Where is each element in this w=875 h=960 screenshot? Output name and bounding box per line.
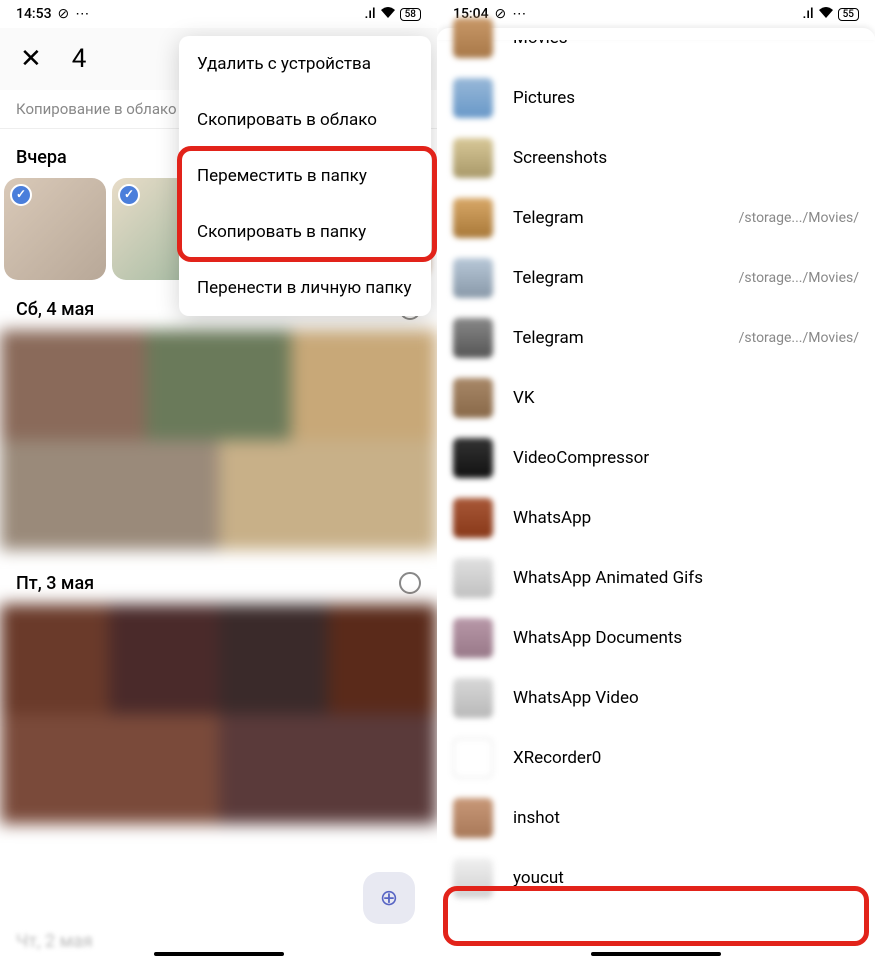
folder-name: Telegram: [513, 328, 739, 348]
menu-move-folder[interactable]: Переместить в папку: [179, 148, 431, 204]
folder-name: VK: [513, 388, 859, 408]
folder-name: inshot: [513, 808, 859, 828]
folder-name: WhatsApp Animated Gifs: [513, 568, 859, 588]
date-label: Сб, 4 мая: [16, 299, 94, 320]
folder-thumb: [453, 438, 493, 478]
folder-row-inshot[interactable]: inshot: [437, 788, 875, 848]
folder-thumb: [453, 378, 493, 418]
folder-name: Screenshots: [513, 148, 859, 168]
folder-row-videocompressor[interactable]: VideoCompressor: [437, 428, 875, 488]
folder-row-telegram[interactable]: Telegram/storage.../Movies/: [437, 248, 875, 308]
select-all-radio[interactable]: [399, 572, 421, 594]
menu-copy-folder[interactable]: Скопировать в папку: [179, 204, 431, 260]
folder-name: VideoCompressor: [513, 448, 859, 468]
date-header-cut: Чт, 2 мая: [16, 931, 93, 952]
folder-name: Pictures: [513, 88, 859, 108]
alarm-icon: ⊘: [58, 6, 70, 22]
signal-icon: .ıl: [365, 6, 376, 22]
more-icon: [512, 6, 526, 22]
screenshot-right: 15:04 ⊘ .ıl 55 Movies Pictures Screensho…: [437, 0, 875, 960]
zoom-fab[interactable]: ⊕: [363, 872, 415, 924]
folder-name: WhatsApp: [513, 508, 859, 528]
close-icon[interactable]: ✕: [20, 44, 42, 74]
folder-name: WhatsApp Documents: [513, 628, 859, 648]
folder-name: WhatsApp Video: [513, 688, 859, 708]
folder-row-whatsapp-docs[interactable]: WhatsApp Documents: [437, 608, 875, 668]
folder-row-whatsapp-video[interactable]: WhatsApp Video: [437, 668, 875, 728]
screenshot-left: 14:53 ⊘ .ıl 58 ✕ 4 Копирование в облако …: [0, 0, 437, 960]
context-menu: Удалить с устройства Скопировать в облак…: [179, 36, 431, 316]
wifi-icon: [380, 6, 396, 22]
folder-thumb: [453, 558, 493, 598]
folder-path: /storage.../Movies/: [739, 330, 859, 346]
folder-row-pictures[interactable]: Pictures: [437, 68, 875, 128]
folder-list[interactable]: Movies Pictures Screenshots Telegram/sto…: [437, 8, 875, 908]
folder-path: /storage.../Movies/: [739, 210, 859, 226]
home-indicator[interactable]: [154, 952, 284, 956]
folder-row-screenshots[interactable]: Screenshots: [437, 128, 875, 188]
folder-thumb: [453, 78, 493, 118]
folder-thumb: [453, 258, 493, 298]
folder-row-whatsapp[interactable]: WhatsApp: [437, 488, 875, 548]
status-bar: 14:53 ⊘ .ıl 58: [0, 0, 437, 28]
check-icon: [118, 184, 140, 206]
selection-count: 4: [72, 44, 87, 74]
folder-name: Telegram: [513, 268, 739, 288]
folder-thumb: [453, 858, 493, 898]
photo-block[interactable]: [0, 330, 437, 550]
check-icon: [10, 184, 32, 206]
folder-thumb: [453, 498, 493, 538]
folder-thumb: [453, 678, 493, 718]
folder-row-xrecorder[interactable]: XRecorder0: [437, 728, 875, 788]
folder-name: youcut: [513, 868, 859, 888]
folder-thumb: [453, 798, 493, 838]
battery-icon: 55: [838, 8, 859, 21]
folder-name: XRecorder0: [513, 748, 859, 768]
folder-row-vk[interactable]: VK: [437, 368, 875, 428]
signal-icon: .ıl: [803, 6, 814, 22]
zoom-in-icon: ⊕: [380, 886, 398, 911]
battery-icon: 58: [400, 8, 421, 21]
wifi-icon: [818, 6, 834, 22]
status-time: 14:53: [16, 6, 52, 22]
date-header-fri[interactable]: Пт, 3 мая: [0, 554, 437, 604]
sheet-handle: [437, 28, 875, 40]
date-label: Вчера: [16, 147, 67, 168]
folder-row-telegram[interactable]: Telegram/storage.../Movies/: [437, 188, 875, 248]
folder-thumb: [453, 618, 493, 658]
menu-move-personal[interactable]: Перенести в личную папку: [179, 260, 431, 316]
photo-thumb[interactable]: [4, 178, 106, 280]
folder-row-youcut[interactable]: youcut: [437, 848, 875, 908]
folder-thumb: [453, 138, 493, 178]
folder-path: /storage.../Movies/: [739, 270, 859, 286]
alarm-icon: ⊘: [495, 6, 507, 22]
folder-name: Telegram: [513, 208, 739, 228]
folder-row-whatsapp-gifs[interactable]: WhatsApp Animated Gifs: [437, 548, 875, 608]
folder-thumb: [453, 738, 493, 778]
menu-delete-device[interactable]: Удалить с устройства: [179, 36, 431, 92]
folder-thumb: [453, 18, 493, 58]
more-icon: [75, 6, 89, 22]
home-indicator[interactable]: [591, 952, 721, 956]
date-label: Пт, 3 мая: [16, 573, 94, 594]
menu-copy-cloud[interactable]: Скопировать в облако: [179, 92, 431, 148]
folder-thumb: [453, 318, 493, 358]
folder-row-telegram[interactable]: Telegram/storage.../Movies/: [437, 308, 875, 368]
folder-thumb: [453, 198, 493, 238]
photo-block[interactable]: [0, 604, 437, 824]
